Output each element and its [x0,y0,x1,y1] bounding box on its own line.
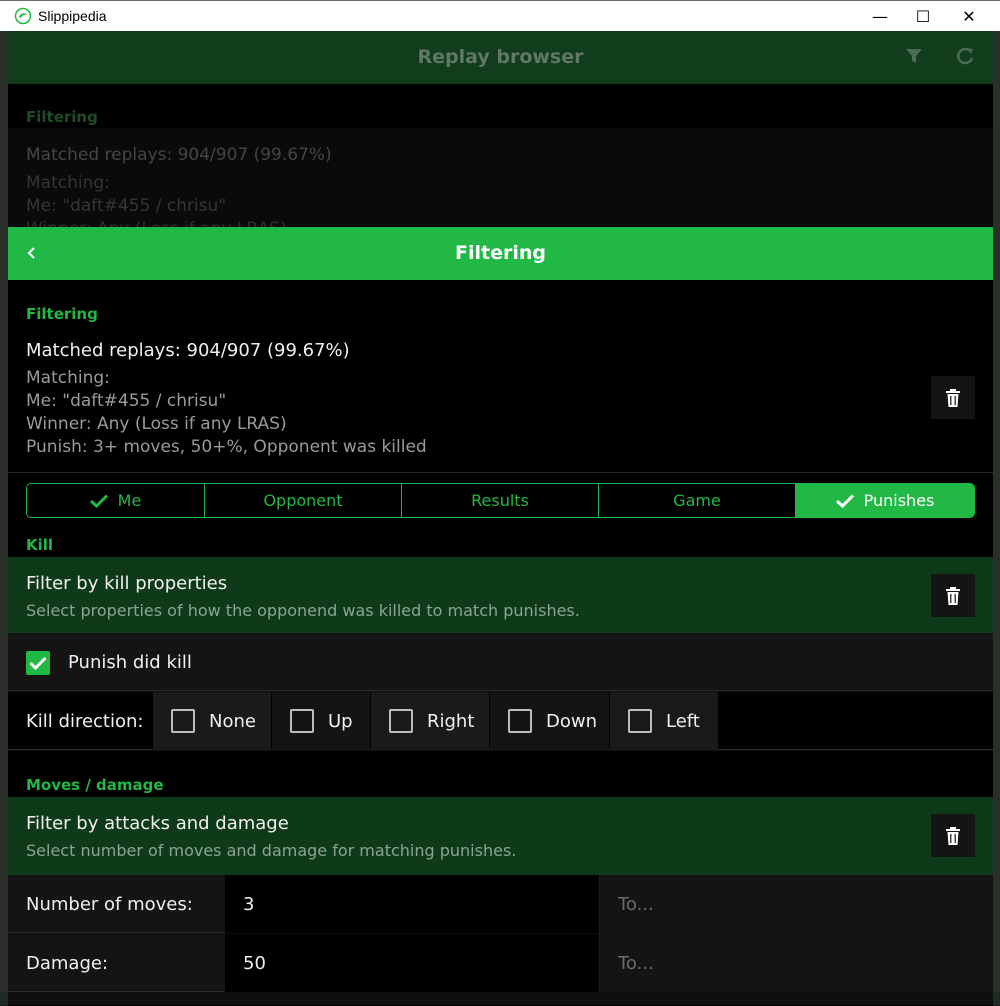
moves-card-title: Filter by attacks and damage [26,813,289,834]
kill-direction-label: Kill direction: [26,711,144,732]
desktop-background-left [0,30,8,1005]
kill-direction-row: Kill direction: None Up Right Down Left [8,692,993,750]
tab-opponent[interactable]: Opponent [205,484,402,517]
bg-me-filter: Me: "daft#455 / chrisu" [26,196,227,216]
damage-label: Damage: [26,953,109,974]
window-titlebar[interactable]: Slippipedia — ☐ ✕ [0,0,1000,31]
direction-down-label: Down [546,710,598,732]
bg-section-title: Filtering [26,108,98,126]
tab-me-label: Me [117,491,142,510]
moves-to-input[interactable]: To... [600,875,993,933]
back-chevron-icon[interactable] [20,241,44,265]
tab-punishes-label: Punishes [863,491,935,510]
filter-summary: Filtering Matched replays: 904/907 (99.6… [8,280,993,472]
reset-all-filters-button[interactable] [931,376,975,419]
app-title: Slippipedia [38,8,107,24]
direction-up-label: Up [328,710,353,732]
filtering-header: Filtering [8,227,993,280]
moves-filter-card: Filter by attacks and damage Select numb… [8,797,993,875]
kill-filter-card: Filter by kill properties Select propert… [8,557,993,635]
minimize-button[interactable]: — [857,1,903,31]
direction-left-checkbox[interactable] [628,709,652,733]
punish-did-kill-row[interactable]: Punish did kill [8,633,993,691]
close-icon: ✕ [962,6,976,26]
direction-down-checkbox[interactable] [508,709,532,733]
bg-matching-label: Matching: [26,173,110,193]
damage-row: Damage: 50 To... [8,934,993,992]
punish-filter-summary: Punish: 3+ moves, 50+%, Opponent was kil… [26,437,427,457]
tab-results[interactable]: Results [402,484,599,517]
bg-matched-replays: Matched replays: 904/907 (99.67%) [26,145,332,165]
trash-icon [946,388,960,407]
kill-section-title: Kill [26,536,54,554]
kill-card-title: Filter by kill properties [26,573,228,594]
damage-from-input[interactable]: 50 [225,934,600,992]
reset-moves-filter-button[interactable] [931,814,975,857]
desktop-background-right [993,30,1000,1005]
me-filter-summary: Me: "daft#455 / chrisu" [26,391,227,411]
check-icon [835,493,854,508]
filter-tabs: Me Opponent Results Game Punishes [26,483,975,518]
punish-did-kill-label: Punish did kill [68,652,192,673]
filtering-title: Filtering [455,242,546,264]
kill-section-header [8,528,993,557]
close-window-button[interactable]: ✕ [946,1,992,31]
number-of-moves-label: Number of moves: [26,894,193,915]
punish-did-kill-checkbox[interactable] [26,651,50,675]
moves-section-title: Moves / damage [26,776,164,794]
direction-none-checkbox[interactable] [171,709,195,733]
direction-none-label: None [209,710,256,732]
filtering-sheet: Filtering Filtering Matched replays: 904… [8,227,993,1005]
maximize-button[interactable]: ☐ [900,1,946,31]
filter-tabs-row: Me Opponent Results Game Punishes [8,472,993,528]
summary-section-title: Filtering [26,305,98,323]
moves-from-input[interactable]: 3 [225,875,600,933]
check-icon [29,656,47,670]
app-logo-icon [14,7,32,25]
tab-game[interactable]: Game [599,484,796,517]
direction-up-checkbox[interactable] [290,709,314,733]
direction-option-up[interactable]: Up [272,692,370,750]
matching-label: Matching: [26,368,110,388]
tab-game-label: Game [673,491,721,510]
tab-opponent-label: Opponent [263,491,343,510]
direction-option-left[interactable]: Left [610,692,718,750]
trash-icon [946,826,960,845]
minimize-icon: — [872,6,888,26]
damage-to-input[interactable]: To... [600,934,993,992]
reset-kill-filter-button[interactable] [931,574,975,617]
direction-option-down[interactable]: Down [490,692,609,750]
winner-filter-summary: Winner: Any (Loss if any LRAS) [26,414,287,434]
refresh-icon[interactable] [954,45,976,67]
direction-option-right[interactable]: Right [371,692,489,750]
tab-me[interactable]: Me [27,484,205,517]
trash-icon [946,586,960,605]
check-icon [89,493,108,508]
matched-replays: Matched replays: 904/907 (99.67%) [26,340,350,361]
direction-right-checkbox[interactable] [389,709,413,733]
replay-browser-header: Replay browser [8,31,993,84]
filter-icon[interactable] [903,45,925,67]
number-of-moves-row: Number of moves: 3 To... [8,875,993,933]
kill-card-subtitle: Select properties of how the opponend wa… [26,601,580,620]
moves-card-subtitle: Select number of moves and damage for ma… [26,841,517,860]
tab-punishes[interactable]: Punishes [796,484,974,517]
direction-left-label: Left [666,710,700,732]
tab-results-label: Results [471,491,529,510]
direction-option-none[interactable]: None [153,692,271,750]
maximize-icon: ☐ [915,6,931,26]
direction-right-label: Right [427,710,475,732]
replay-browser-title: Replay browser [417,46,584,68]
